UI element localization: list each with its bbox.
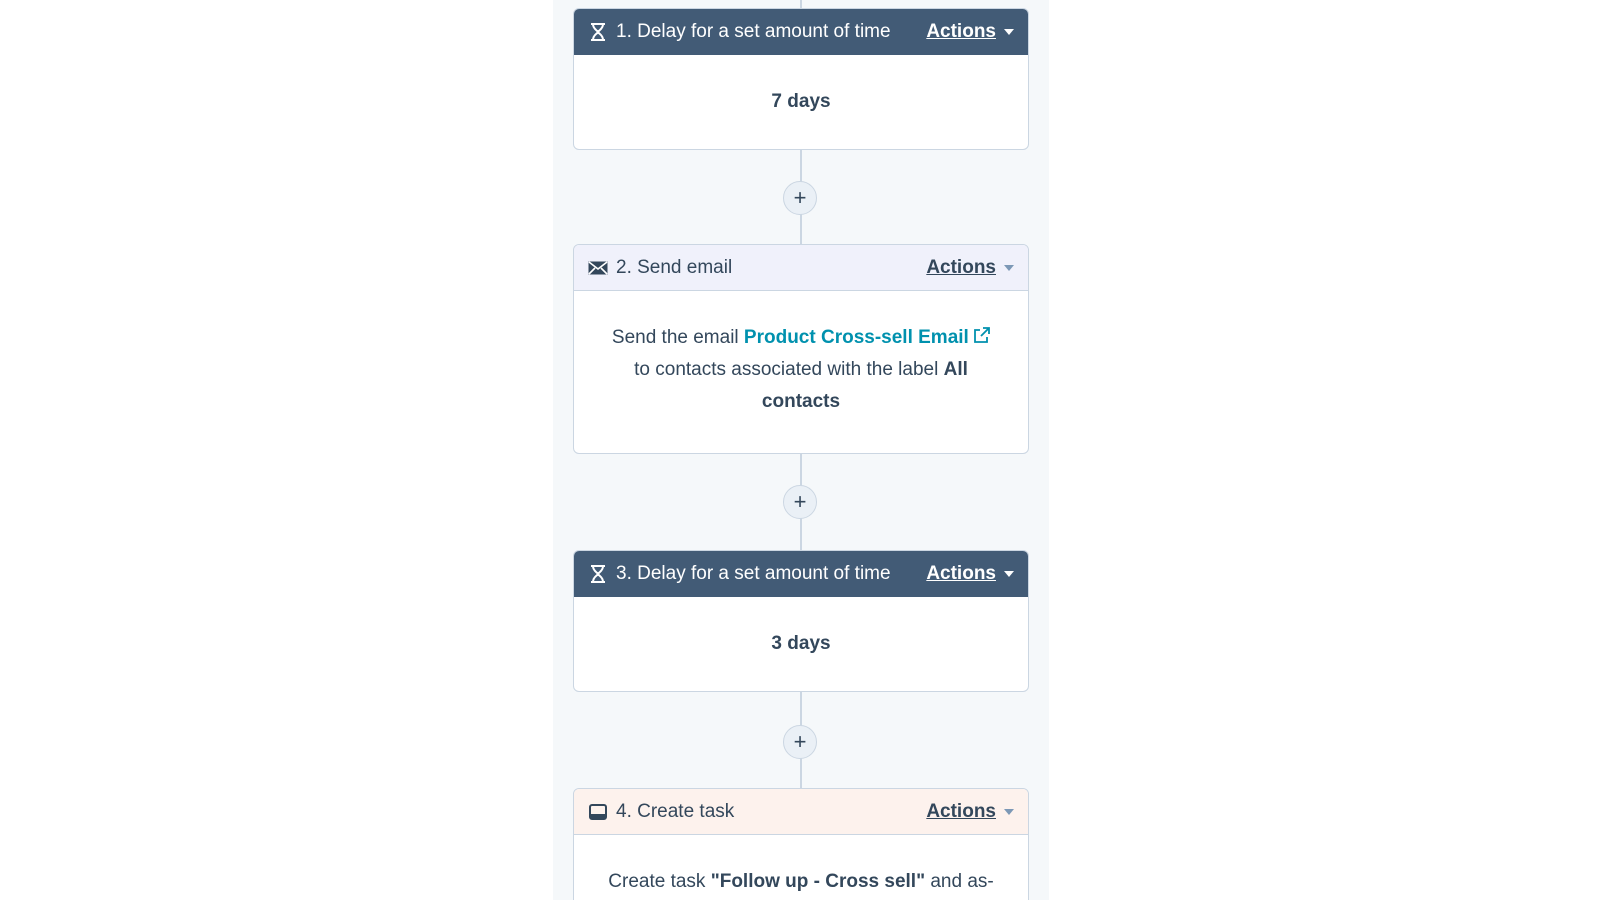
label-name-first: All — [943, 359, 968, 380]
actions-label: Actions — [926, 256, 996, 278]
step-title: 1. Delay for a set amount of time — [616, 21, 891, 42]
envelope-icon — [588, 258, 608, 278]
delay-duration: 7 days — [771, 91, 831, 112]
connector-line — [800, 0, 802, 8]
step-header: 3. Delay for a set amount of time Action… — [574, 551, 1028, 597]
step-title: 2. Send email — [616, 256, 733, 278]
workflow-step-3[interactable]: 3. Delay for a set amount of time Action… — [573, 550, 1029, 692]
email-link[interactable]: Product Cross-sell Email — [744, 327, 969, 348]
label-name-second: contacts — [761, 391, 841, 412]
plus-icon: + — [793, 729, 807, 754]
delay-duration: 3 days — [771, 633, 831, 654]
email-body-prefix: Send the email — [611, 327, 744, 348]
hourglass-icon — [588, 564, 608, 584]
add-action-button[interactable]: + — [783, 485, 817, 519]
step-body: Send the email Product Cross-sell Email … — [574, 291, 1028, 418]
step-body: 7 days — [574, 55, 1028, 118]
add-action-button[interactable]: + — [783, 725, 817, 759]
step-header: 1. Delay for a set amount of time Action… — [574, 9, 1028, 55]
email-line: Send the email Product Cross-sell Email — [604, 322, 998, 354]
actions-dropdown[interactable]: Actions — [926, 563, 1014, 585]
actions-dropdown[interactable]: Actions — [926, 21, 1014, 43]
caret-down-icon — [1004, 808, 1014, 815]
actions-label: Actions — [926, 800, 996, 822]
step-body: Create task "Follow up - Cross sell" and… — [574, 835, 1028, 898]
email-body-middle: to contacts associated with the label — [634, 359, 944, 380]
caret-down-icon — [1004, 29, 1014, 35]
actions-label: Actions — [926, 21, 996, 42]
plus-icon: + — [793, 489, 807, 514]
task-body-suffix: and as- — [925, 871, 994, 892]
plus-icon: + — [793, 185, 807, 210]
actions-dropdown[interactable]: Actions — [926, 801, 1014, 823]
actions-dropdown[interactable]: Actions — [926, 257, 1014, 279]
workflow-step-2[interactable]: 2. Send email Actions Send the email Pro… — [573, 244, 1029, 454]
hourglass-icon — [588, 22, 608, 42]
task-icon — [588, 802, 608, 822]
step-header: 4. Create task Actions — [574, 789, 1028, 835]
workflow-canvas: 1. Delay for a set amount of time Action… — [553, 0, 1049, 900]
step-title: 3. Delay for a set amount of time — [616, 563, 891, 584]
label-line-2: contacts — [604, 386, 998, 418]
task-name: "Follow up - Cross sell" — [710, 871, 926, 892]
workflow-step-4[interactable]: 4. Create task Actions Create task "Foll… — [573, 788, 1029, 900]
add-action-button[interactable]: + — [783, 181, 817, 215]
caret-down-icon — [1004, 571, 1014, 577]
step-title: 4. Create task — [616, 800, 735, 822]
caret-down-icon — [1004, 264, 1014, 271]
task-body-prefix: Create task — [608, 871, 711, 892]
workflow-step-1[interactable]: 1. Delay for a set amount of time Action… — [573, 8, 1029, 150]
step-body: 3 days — [574, 597, 1028, 660]
actions-label: Actions — [926, 563, 996, 584]
external-link-icon[interactable] — [974, 327, 991, 348]
step-header: 2. Send email Actions — [574, 245, 1028, 291]
label-line: to contacts associated with the label Al… — [604, 354, 998, 386]
